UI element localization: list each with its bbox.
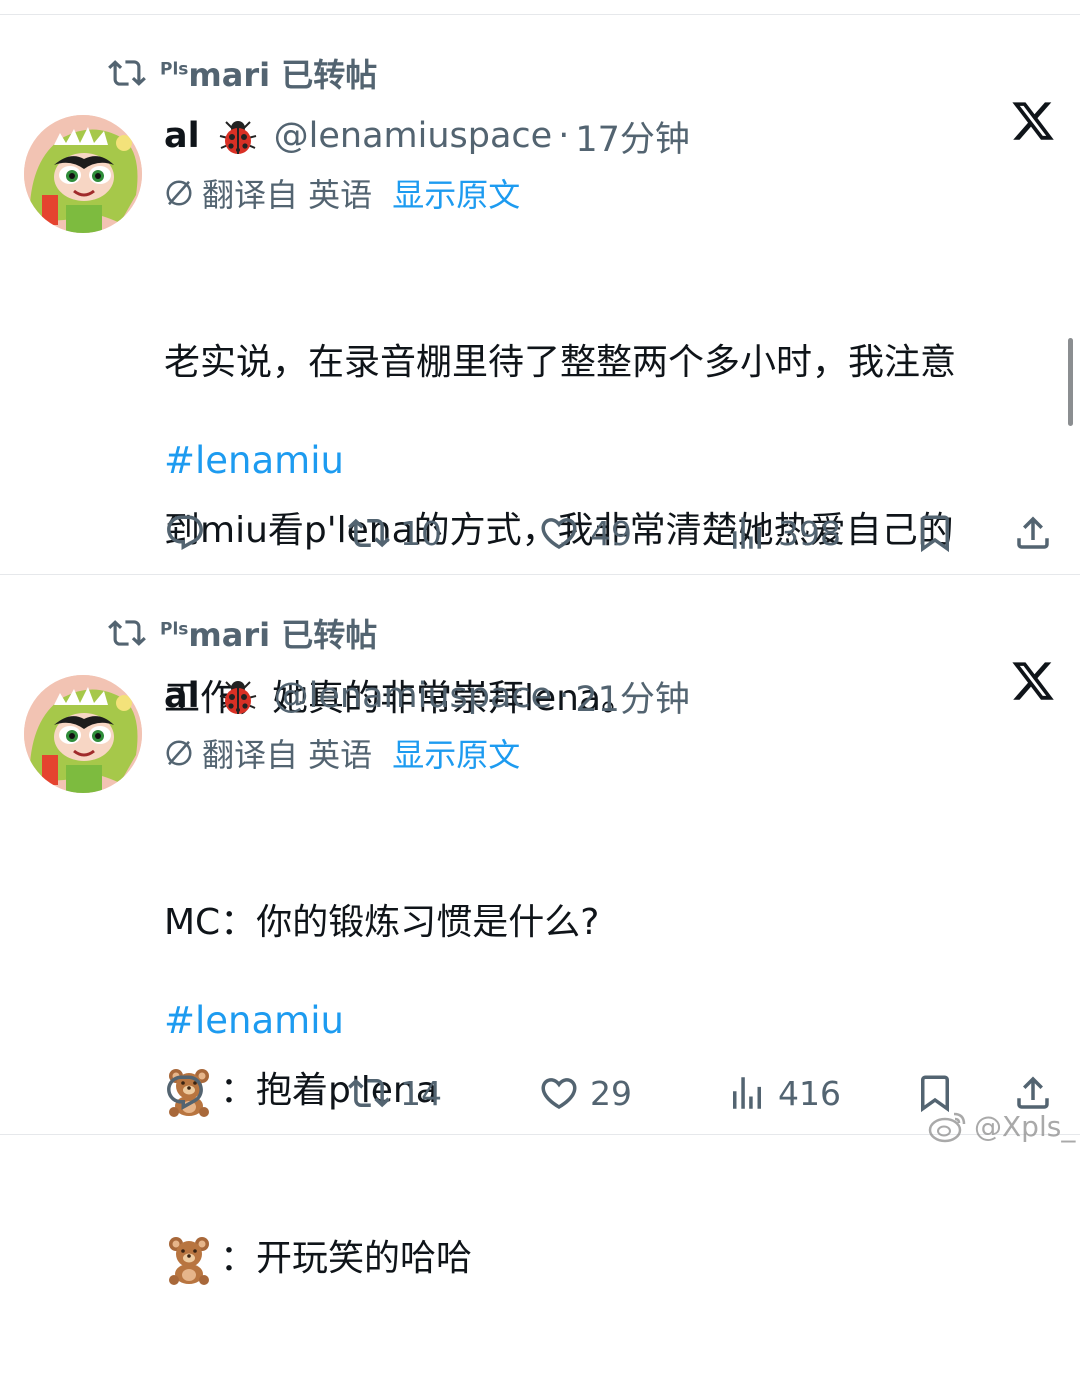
like-button[interactable]: 29 xyxy=(538,1065,632,1121)
avatar[interactable] xyxy=(24,675,142,793)
teddy-bear-emoji xyxy=(164,1235,214,1285)
view-count: 416 xyxy=(778,1073,841,1113)
reply-icon xyxy=(164,1072,206,1114)
repost-indicator: Plsmari 已转帖 xyxy=(108,610,377,656)
repost-icon xyxy=(108,614,146,652)
ladybug-emoji xyxy=(216,114,260,158)
repost-button[interactable]: 10 xyxy=(348,505,442,561)
ladybug-emoji xyxy=(216,674,260,718)
hashtag-link[interactable]: #lenamiu xyxy=(164,999,344,1042)
post-time[interactable]: 21分钟 xyxy=(575,671,690,722)
user-handle[interactable]: @lenamiuspace xyxy=(274,676,553,716)
display-name[interactable]: al xyxy=(164,676,200,716)
post-text-line: MC：你的锻炼习惯是什么? xyxy=(164,902,600,943)
repost-indicator: Plsmari 已转帖 xyxy=(108,50,377,96)
repost-label: 已转帖 xyxy=(281,56,378,94)
translate-label: 翻译自 英语 xyxy=(202,736,373,774)
post-text-line: 老实说，在录音棚里待了整整两个多小时，我注意 xyxy=(164,342,957,383)
scrollbar-thumb[interactable] xyxy=(1068,338,1073,426)
repost-count: 10 xyxy=(400,513,442,553)
like-count: 29 xyxy=(590,1073,632,1113)
like-count: 49 xyxy=(590,513,632,553)
post-text-line: ：开玩笑的哈哈 xyxy=(164,1231,1054,1287)
post-card[interactable]: Plsmari 已转帖 al @lenamiuspace · 17分钟 翻译自 … xyxy=(0,15,1080,719)
reposter-prefix: Pls xyxy=(160,619,189,640)
translation-note: 翻译自 英语 显示原文 xyxy=(164,171,520,215)
views-button[interactable]: 416 xyxy=(726,1065,841,1121)
show-original-link[interactable]: 显示原文 xyxy=(392,730,520,776)
views-icon xyxy=(726,1072,768,1114)
repost-count: 14 xyxy=(400,1073,442,1113)
translate-icon xyxy=(164,738,194,768)
post-time[interactable]: 17分钟 xyxy=(575,111,690,162)
x-logo-icon[interactable] xyxy=(1010,658,1056,704)
separator: · xyxy=(558,676,570,716)
display-name[interactable]: al xyxy=(164,116,200,156)
user-handle[interactable]: @lenamiuspace xyxy=(274,116,553,156)
reposter-name[interactable]: Plsmari 已转帖 xyxy=(160,50,377,96)
repost-icon xyxy=(348,512,390,554)
repost-button[interactable]: 14 xyxy=(348,1065,442,1121)
reply-icon xyxy=(164,512,206,554)
bookmark-icon xyxy=(914,512,956,554)
avatar-image xyxy=(24,115,142,233)
heart-icon xyxy=(538,512,580,554)
repost-label: 已转帖 xyxy=(281,616,378,654)
like-button[interactable]: 49 xyxy=(538,505,632,561)
reposter-name[interactable]: Plsmari 已转帖 xyxy=(160,610,377,656)
view-count: 398 xyxy=(778,513,841,553)
reposter-user: mari xyxy=(188,56,271,94)
action-bar: 10 49 398 xyxy=(164,505,1064,561)
hashtag-link[interactable]: #lenamiu xyxy=(164,439,344,482)
show-original-link[interactable]: 显示原文 xyxy=(392,170,520,216)
x-logo-icon[interactable] xyxy=(1010,98,1056,144)
separator: · xyxy=(558,116,570,156)
views-button[interactable]: 398 xyxy=(726,505,841,561)
post-header: al @lenamiuspace · 17分钟 xyxy=(164,111,690,162)
views-icon xyxy=(726,512,768,554)
translation-note: 翻译自 英语 显示原文 xyxy=(164,731,520,775)
weibo-logo-icon xyxy=(928,1112,966,1143)
repost-icon xyxy=(108,54,146,92)
translate-label: 翻译自 英语 xyxy=(202,176,373,214)
share-button[interactable] xyxy=(1012,505,1054,561)
heart-icon xyxy=(538,1072,580,1114)
share-icon xyxy=(1012,512,1054,554)
post-card[interactable]: Plsmari 已转帖 al @lenamiuspace · 21分钟 翻译自 … xyxy=(0,575,1080,1135)
avatar[interactable] xyxy=(24,115,142,233)
bottom-divider xyxy=(0,1134,1080,1135)
repost-icon xyxy=(348,1072,390,1114)
post-header: al @lenamiuspace · 21分钟 xyxy=(164,671,690,722)
reposter-user: mari xyxy=(188,616,271,654)
bookmark-button[interactable] xyxy=(914,505,956,561)
translate-icon xyxy=(164,178,194,208)
post-text-fragment: ：开玩笑的哈哈 xyxy=(220,1238,473,1279)
watermark-text: @Xpls_ xyxy=(974,1109,1076,1143)
reply-button[interactable] xyxy=(164,1065,216,1121)
reply-button[interactable] xyxy=(164,505,216,561)
avatar-image xyxy=(24,675,142,793)
watermark: @Xpls_ xyxy=(928,1106,1075,1146)
reposter-prefix: Pls xyxy=(160,59,189,80)
